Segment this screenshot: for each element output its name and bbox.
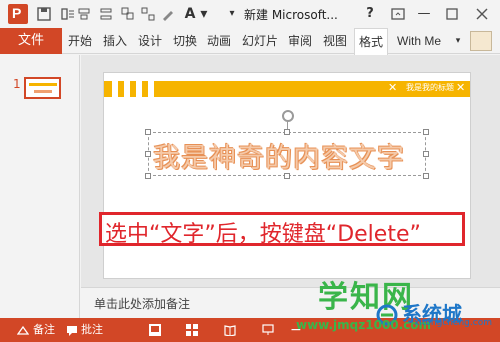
resize-handle[interactable]: [145, 151, 151, 157]
avatar[interactable]: [470, 31, 492, 51]
layout-icon[interactable]: [60, 6, 76, 22]
resize-handle[interactable]: [145, 173, 151, 179]
format-painter-icon[interactable]: [160, 6, 176, 22]
resize-handle[interactable]: [284, 129, 290, 135]
slide-thumbnail[interactable]: [24, 77, 61, 99]
resize-handle[interactable]: [423, 129, 429, 135]
save-icon[interactable]: [36, 6, 52, 22]
tab-insert[interactable]: 插入: [100, 28, 130, 54]
notes-button[interactable]: 备注: [33, 318, 55, 342]
watermark-url-2: xitongcheng.com: [414, 318, 492, 328]
resize-handle[interactable]: [145, 129, 151, 135]
slide-sorter-icon[interactable]: [186, 324, 198, 336]
arrange-icon[interactable]: [120, 6, 136, 22]
resize-handle[interactable]: [423, 151, 429, 157]
ribbon-display-options-icon[interactable]: [390, 6, 406, 22]
tab-home[interactable]: 开始: [65, 28, 95, 54]
distribute-icon[interactable]: [98, 6, 114, 22]
comments-icon: [67, 326, 77, 336]
help-button[interactable]: ?: [360, 4, 380, 24]
tab-review[interactable]: 审阅: [285, 28, 315, 54]
instruction-callout: 选中“文字”后，按键盘“Delete”: [99, 212, 465, 247]
slide-thumbnail-pane: 1: [0, 55, 80, 318]
normal-view-icon[interactable]: [148, 323, 162, 337]
maximize-icon[interactable]: [444, 6, 460, 22]
reading-view-icon[interactable]: [224, 324, 236, 336]
watermark-brand: 学知网: [318, 280, 414, 315]
slide-title-band: ✕ 我是我的标题 ✕: [104, 81, 470, 97]
document-title: 新建 Microsoft...: [244, 8, 338, 22]
tab-slideshow[interactable]: 幻灯片: [239, 28, 281, 54]
tab-file[interactable]: 文件: [0, 28, 62, 54]
powerpoint-logo-icon[interactable]: P: [8, 4, 28, 24]
band-x-icon: ✕: [388, 81, 398, 94]
notes-placeholder: 单击此处添加备注: [94, 297, 191, 311]
band-x-icon: ✕: [456, 81, 466, 94]
minimize-button[interactable]: —: [414, 4, 434, 24]
align-icon[interactable]: [76, 6, 92, 22]
tab-transitions[interactable]: 切换: [170, 28, 200, 54]
notes-icon: [17, 325, 29, 335]
resize-handle[interactable]: [423, 173, 429, 179]
user-name[interactable]: With Me: [397, 28, 441, 54]
band-text: 我是我的标题: [406, 83, 454, 92]
group-icon[interactable]: [140, 6, 156, 22]
customize-quick-access-icon[interactable]: ▾: [222, 4, 242, 24]
tab-format[interactable]: 格式: [354, 28, 388, 55]
slide-content-text[interactable]: 我是神奇的内容文字: [153, 136, 405, 175]
comments-button[interactable]: 批注: [81, 318, 103, 342]
font-color-icon[interactable]: A ▾: [183, 4, 209, 24]
watermark-url: www.jmqz1000.com: [296, 318, 432, 332]
tab-animations[interactable]: 动画: [204, 28, 234, 54]
instruction-text: 选中“文字”后，按键盘“Delete”: [105, 222, 421, 247]
tab-design[interactable]: 设计: [135, 28, 165, 54]
rotate-handle[interactable]: [282, 110, 294, 122]
close-icon[interactable]: [474, 6, 490, 22]
tab-view[interactable]: 视图: [320, 28, 350, 54]
user-dropdown-icon[interactable]: ▾: [448, 31, 468, 51]
title-bar: P A ▾ ▾ 新建 Microsoft... ? —: [0, 0, 500, 28]
ribbon-tabs: 文件 开始 插入 设计 切换 动画 幻灯片 审阅 视图 格式 With Me ▾: [0, 28, 500, 55]
slide-number: 1: [13, 77, 21, 91]
slideshow-icon[interactable]: [262, 324, 274, 336]
